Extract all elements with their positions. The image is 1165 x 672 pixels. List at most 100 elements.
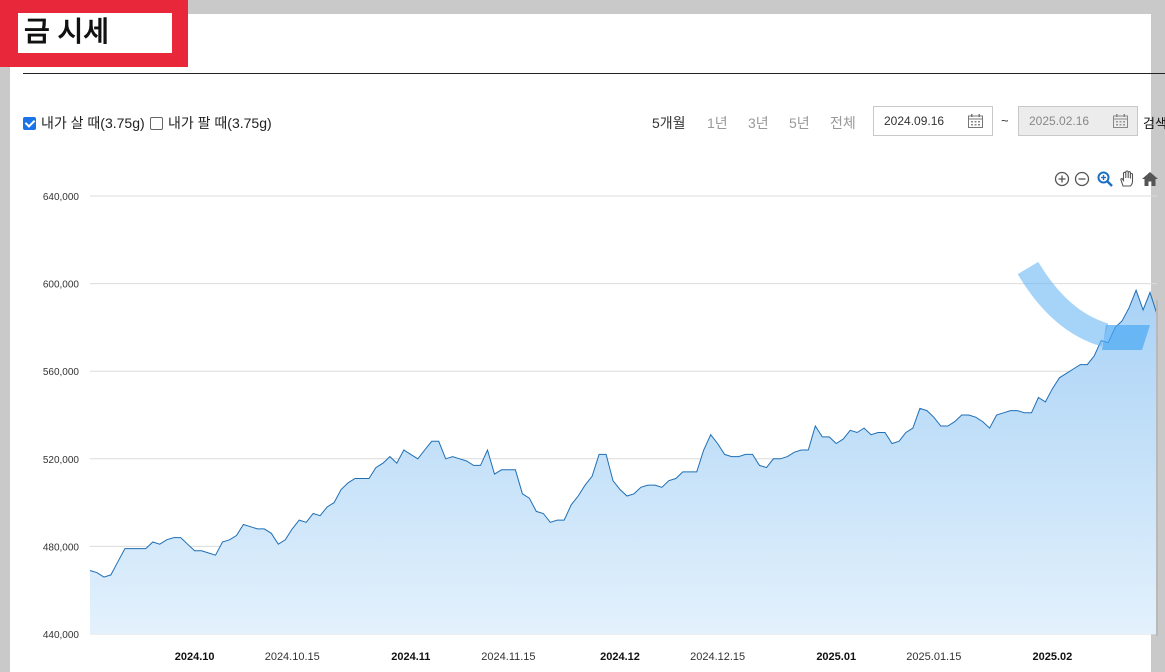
data-point[interactable] (848, 428, 852, 432)
data-point[interactable] (165, 538, 169, 542)
data-point[interactable] (1134, 288, 1138, 292)
data-point[interactable] (569, 503, 573, 507)
data-point[interactable] (304, 520, 308, 524)
data-point[interactable] (1009, 409, 1013, 413)
data-point[interactable] (995, 413, 999, 417)
data-point[interactable] (1030, 411, 1034, 415)
data-point[interactable] (1043, 400, 1047, 404)
data-point[interactable] (890, 442, 894, 446)
data-point[interactable] (1127, 306, 1131, 310)
data-point[interactable] (611, 479, 615, 483)
data-point[interactable] (214, 553, 218, 557)
data-point[interactable] (255, 527, 259, 531)
data-point[interactable] (158, 542, 162, 546)
data-point[interactable] (883, 431, 887, 435)
data-point[interactable] (116, 560, 120, 564)
data-point[interactable] (737, 455, 741, 459)
data-point[interactable] (646, 483, 650, 487)
data-point[interactable] (283, 538, 287, 542)
data-point[interactable] (702, 448, 706, 452)
data-point[interactable] (688, 470, 692, 474)
data-point[interactable] (632, 492, 636, 496)
data-point[interactable] (262, 527, 266, 531)
data-point[interactable] (555, 518, 559, 522)
data-point[interactable] (193, 549, 197, 553)
data-point[interactable] (144, 547, 148, 551)
data-point[interactable] (918, 406, 922, 410)
data-point[interactable] (625, 494, 629, 498)
data-point[interactable] (967, 413, 971, 417)
data-point[interactable] (235, 534, 239, 538)
data-point[interactable] (590, 474, 594, 478)
data-point[interactable] (548, 520, 552, 524)
data-point[interactable] (785, 455, 789, 459)
data-point[interactable] (506, 468, 510, 472)
data-point[interactable] (813, 424, 817, 428)
data-point[interactable] (1120, 319, 1124, 323)
data-point[interactable] (771, 457, 775, 461)
data-point[interactable] (897, 439, 901, 443)
data-point[interactable] (248, 525, 252, 529)
data-point[interactable] (437, 439, 441, 443)
data-point[interactable] (493, 472, 497, 476)
data-point[interactable] (639, 485, 643, 489)
data-point[interactable] (1085, 363, 1089, 367)
data-point[interactable] (513, 468, 517, 472)
data-point[interactable] (1016, 409, 1020, 413)
data-point[interactable] (806, 448, 810, 452)
data-point[interactable] (186, 542, 190, 546)
data-point[interactable] (353, 477, 357, 481)
data-point[interactable] (862, 426, 866, 430)
data-point[interactable] (332, 501, 336, 505)
data-point[interactable] (1023, 411, 1027, 415)
data-point[interactable] (290, 527, 294, 531)
data-point[interactable] (855, 431, 859, 435)
data-point[interactable] (953, 420, 957, 424)
data-point[interactable] (751, 452, 755, 456)
data-point[interactable] (423, 448, 427, 452)
data-point[interactable] (1057, 376, 1061, 380)
data-point[interactable] (792, 450, 796, 454)
data-point[interactable] (674, 477, 678, 481)
data-point[interactable] (374, 466, 378, 470)
data-point[interactable] (200, 549, 204, 553)
data-point[interactable] (604, 452, 608, 456)
data-point[interactable] (1064, 371, 1068, 375)
price-chart[interactable]: 440,000 480,000 520,000 560,000 600,000 640,0… (0, 0, 1165, 672)
data-point[interactable] (95, 571, 99, 575)
data-point[interactable] (765, 466, 769, 470)
data-point[interactable] (660, 485, 664, 489)
data-point[interactable] (520, 492, 524, 496)
data-point[interactable] (409, 452, 413, 456)
data-point[interactable] (109, 573, 113, 577)
data-point[interactable] (778, 457, 782, 461)
data-point[interactable] (416, 457, 420, 461)
data-point[interactable] (1036, 396, 1040, 400)
data-point[interactable] (716, 442, 720, 446)
data-point[interactable] (241, 523, 245, 527)
data-point[interactable] (667, 479, 671, 483)
data-point[interactable] (653, 483, 657, 487)
data-point[interactable] (346, 481, 350, 485)
data-point[interactable] (172, 536, 176, 540)
data-point[interactable] (744, 452, 748, 456)
data-point[interactable] (472, 463, 476, 467)
data-point[interactable] (820, 435, 824, 439)
data-point[interactable] (911, 426, 915, 430)
data-point[interactable] (527, 496, 531, 500)
data-point[interactable] (534, 509, 538, 513)
data-point[interactable] (311, 512, 315, 516)
data-point[interactable] (576, 494, 580, 498)
data-point[interactable] (562, 518, 566, 522)
data-point[interactable] (388, 455, 392, 459)
data-point[interactable] (695, 470, 699, 474)
data-point[interactable] (123, 547, 127, 551)
data-point[interactable] (269, 531, 273, 535)
data-point[interactable] (1092, 354, 1096, 358)
data-point[interactable] (1141, 308, 1145, 312)
data-point[interactable] (932, 415, 936, 419)
data-point[interactable] (458, 457, 462, 461)
data-point[interactable] (402, 448, 406, 452)
data-point[interactable] (479, 463, 483, 467)
data-point[interactable] (583, 483, 587, 487)
